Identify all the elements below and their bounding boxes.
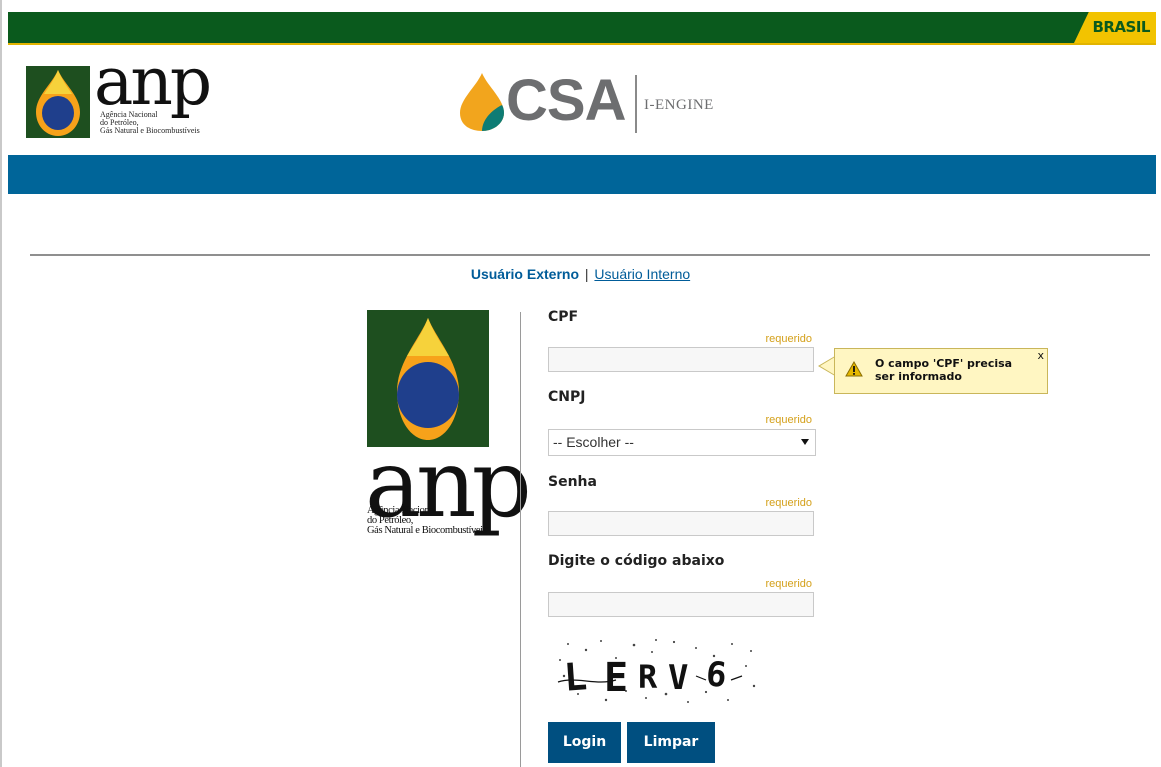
csa-drop-icon	[460, 73, 504, 131]
captcha-image: L E R V 6	[556, 636, 761, 706]
login-button[interactable]: Login	[548, 722, 621, 763]
svg-text:L: L	[563, 654, 589, 699]
warning-icon	[845, 361, 863, 377]
window-border	[0, 0, 2, 767]
captcha-input[interactable]	[548, 592, 814, 617]
svg-text:E: E	[604, 655, 628, 701]
svg-text:6: 6	[704, 654, 728, 696]
content-divider	[30, 254, 1150, 256]
captcha-required: requerido	[765, 578, 812, 590]
tab-separator: |	[584, 266, 589, 282]
anp-drop-icon	[26, 66, 90, 138]
senha-input[interactable]	[548, 511, 814, 536]
anp-logo-subtitle: Agência Nacional do Petróleo, Gás Natura…	[100, 110, 200, 135]
blue-banner	[8, 155, 1156, 194]
captcha-label: Digite o código abaixo	[548, 553, 725, 569]
government-bar: BRASIL	[8, 12, 1156, 43]
senha-label: Senha	[548, 474, 597, 490]
form-divider	[520, 312, 521, 767]
user-type-tabs: Usuário Externo | Usuário Interno	[0, 266, 1161, 282]
anp-logo-word: anp	[94, 43, 212, 120]
svg-text:V: V	[668, 658, 688, 698]
cpf-label: CPF	[548, 309, 579, 325]
anp-side-logo: anp Agência Nacional do Petróleo, Gás Na…	[365, 310, 532, 550]
anp-side-logo-subtitle: Agência Nacional do Petróleo, Gás Natura…	[367, 505, 487, 536]
csa-engine-label: I-ENGINE	[644, 97, 714, 113]
anp-side-drop-icon	[367, 310, 489, 447]
tab-internal-user[interactable]: Usuário Interno	[594, 266, 690, 282]
csa-logo: CSA I-ENGINE	[456, 67, 736, 137]
cnpj-select-value: -- Escolher --	[553, 434, 634, 450]
svg-text:R: R	[638, 658, 658, 696]
cpf-required: requerido	[765, 333, 812, 345]
csa-logo-word: CSA	[506, 68, 626, 133]
cnpj-select[interactable]: -- Escolher --	[548, 429, 816, 456]
site-header: anp Agência Nacional do Petróleo, Gás Na…	[8, 45, 1156, 155]
clear-button[interactable]: Limpar	[627, 722, 715, 763]
csa-logo-separator	[635, 75, 637, 133]
close-icon[interactable]: x	[1037, 349, 1044, 362]
chevron-down-icon	[801, 439, 809, 445]
tooltip-pointer-fill	[820, 357, 835, 375]
brasil-label[interactable]: BRASIL	[1092, 18, 1150, 36]
tab-external-user[interactable]: Usuário Externo	[471, 266, 579, 282]
validation-tooltip: O campo 'CPF' precisa ser informado x	[834, 348, 1048, 394]
cpf-input[interactable]	[548, 347, 814, 372]
senha-required: requerido	[765, 497, 812, 509]
cnpj-label: CNPJ	[548, 389, 586, 405]
tooltip-message: O campo 'CPF' precisa ser informado	[875, 357, 1013, 383]
anp-logo[interactable]: anp Agência Nacional do Petróleo, Gás Na…	[26, 49, 246, 143]
cnpj-required: requerido	[765, 414, 812, 426]
